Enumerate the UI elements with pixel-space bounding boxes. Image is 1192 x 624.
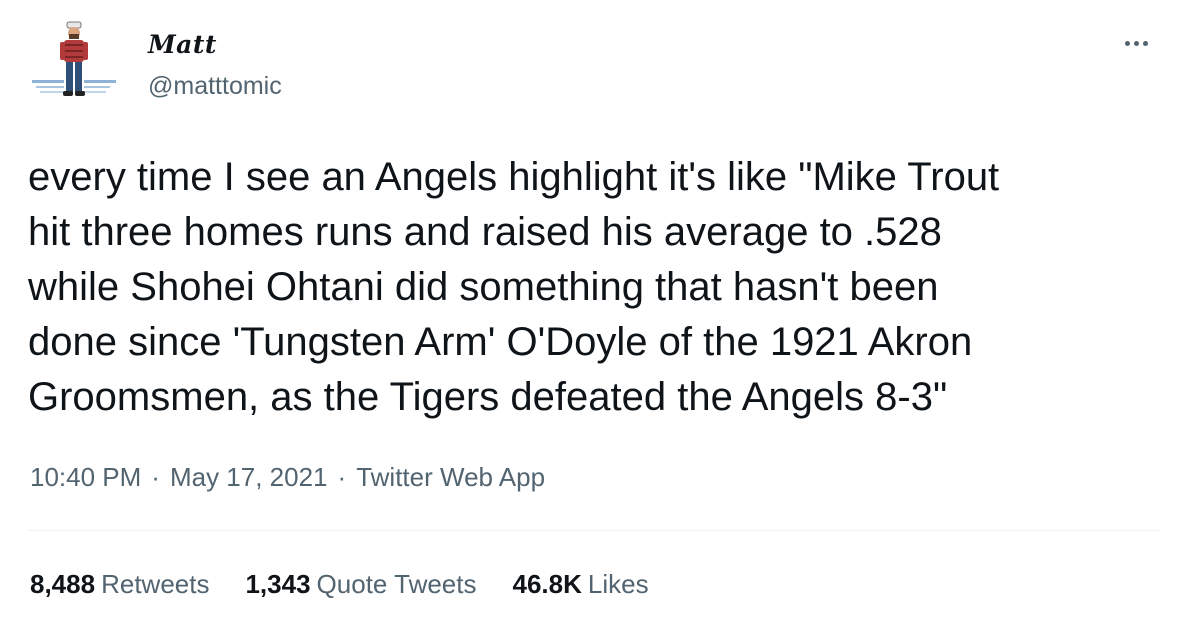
tweet-text: every time I see an Angels highlight it'… [28,155,1000,419]
tweet-metadata: 10:40 PM · May 17, 2021 · Twitter Web App [30,462,545,493]
retweets-count: 8,488 [30,569,96,599]
tweet-date: May 17, 2021 [169,462,328,492]
likes-count: 46.8K [512,569,582,599]
tweet-time-link[interactable]: 10:40 PM · May 17, 2021 [30,462,328,492]
quote-tweets-stat[interactable]: 1,343 Quote Tweets [245,569,476,600]
user-handle[interactable]: @matttomic [148,72,282,101]
more-horizontal-icon-dot [1133,40,1139,46]
engagement-stats: 8,488 Retweets 1,343 Quote Tweets 46.8K Lik… [30,569,649,600]
meta-separator: · [337,462,347,492]
tweet-source-link[interactable]: Twitter Web App [356,462,545,492]
divider [28,530,1160,531]
tweet-time: 10:40 PM [30,462,142,492]
cartoon-person-avatar-icon [32,21,116,96]
quote-tweets-count: 1,343 [245,569,311,599]
retweets-stat[interactable]: 8,488 Retweets [30,569,209,600]
avatar[interactable] [26,18,122,114]
likes-label: Likes [587,569,649,599]
display-name[interactable]: Matt [148,30,217,59]
retweets-label: Retweets [101,569,210,599]
quote-tweets-label: Quote Tweets [316,569,477,599]
more-horizontal-icon [1124,40,1130,46]
likes-stat[interactable]: 46.8K Likes [513,569,649,600]
more-horizontal-icon-dot [1142,40,1148,46]
tweet-card: Matt @matttomic every time I see an Ange… [0,0,1192,624]
meta-separator: · [151,462,160,492]
more-options-button[interactable] [1114,28,1158,58]
